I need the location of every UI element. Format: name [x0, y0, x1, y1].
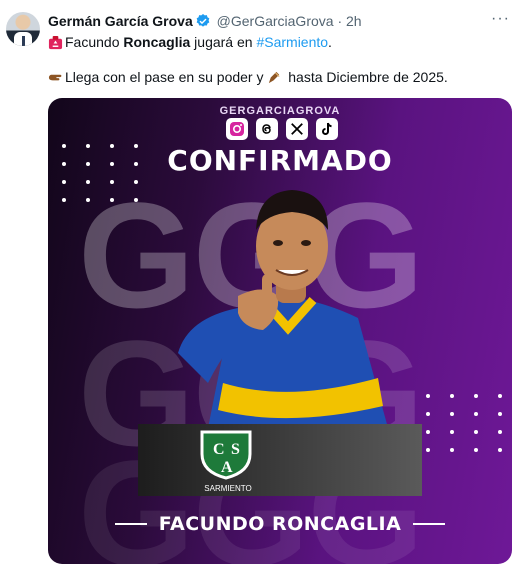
- social-icons: [226, 118, 338, 140]
- author-name[interactable]: Germán García Grova: [48, 13, 193, 29]
- siren-emoji-icon: [48, 35, 63, 50]
- hashtag-link[interactable]: #Sarmiento: [256, 34, 328, 50]
- verified-badge-icon: [195, 13, 211, 33]
- tweet-media-image[interactable]: GGG GGG GGG GERGARCIAGROVA CONFIRMADO: [48, 98, 512, 564]
- tiktok-icon: [316, 118, 338, 140]
- x-icon: [286, 118, 308, 140]
- club-name: SARMIENTO: [204, 484, 252, 493]
- card-title: CONFIRMADO: [167, 144, 393, 177]
- player-photo: [178, 190, 388, 428]
- player-surname: Roncaglia: [123, 34, 191, 50]
- pointing-hand-emoji-icon: [48, 70, 63, 85]
- club-band: C S A SARMIENTO: [138, 424, 422, 496]
- card-handle: GERGARCIAGROVA: [219, 105, 341, 117]
- crest-letter-c: C: [213, 441, 225, 458]
- divider-left: [114, 523, 147, 525]
- author-handle[interactable]: @GerGarciaGrova: [217, 13, 334, 29]
- tweet-text-line-2: Llega con el pase en su poder y hasta Di…: [48, 68, 448, 86]
- player-name: FACUNDO RONCAGLIA: [158, 513, 402, 535]
- crest-letter-s: S: [231, 441, 240, 458]
- tweet-header: Germán García Grova @GerGarciaGrova · 2h: [48, 12, 528, 30]
- author-avatar[interactable]: [6, 12, 40, 46]
- threads-icon: [256, 118, 278, 140]
- decorative-dots-right: [426, 394, 506, 452]
- tweet-time[interactable]: 2h: [346, 13, 362, 29]
- divider-right: [413, 523, 446, 525]
- more-options-icon[interactable]: ···: [491, 10, 510, 28]
- writing-hand-emoji-icon: [267, 70, 282, 85]
- sarmiento-crest-icon: C S A: [200, 430, 252, 480]
- header-separator: ·: [337, 13, 343, 29]
- tweet-text-line-1: Facundo Roncaglia jugará en #Sarmiento.: [48, 33, 332, 51]
- instagram-icon: [226, 118, 248, 140]
- player-name-banner: FACUNDO RONCAGLIA: [48, 504, 512, 544]
- crest-letter-a: A: [221, 459, 233, 476]
